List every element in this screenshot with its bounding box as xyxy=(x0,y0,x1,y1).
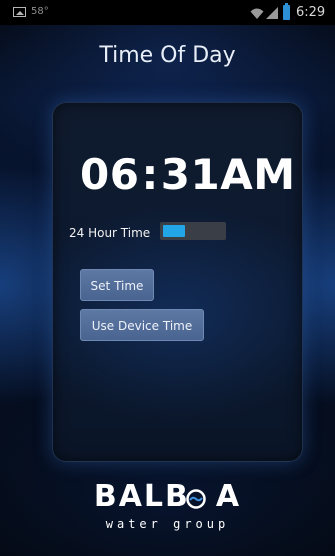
app-screen: 58° 6:29 Time Of Day 06:31AM 24 Hour Tim… xyxy=(0,0,335,556)
status-clock: 6:29 xyxy=(296,5,326,20)
logo-word-start: BALB xyxy=(93,479,190,514)
status-bar: 58° 6:29 xyxy=(0,0,335,25)
gallery-icon xyxy=(13,7,26,17)
wave-icon xyxy=(186,489,206,509)
time-minutes: 31 xyxy=(160,150,221,199)
page-title: Time Of Day xyxy=(99,43,236,68)
toggle-knob xyxy=(163,225,185,237)
logo-word-end: A xyxy=(215,479,242,514)
time-meridiem: AM xyxy=(220,150,296,199)
time-display: 06:31AM xyxy=(80,148,295,202)
balboa-logo: BALB A water group xyxy=(0,480,335,532)
wifi-icon xyxy=(250,8,264,19)
hour-format-toggle[interactable] xyxy=(160,222,226,240)
logo-tagline: water group xyxy=(105,517,230,531)
logo-word: BALB A xyxy=(0,480,335,514)
hour-format-label: 24 Hour Time xyxy=(69,226,151,240)
temperature-indicator: 58° xyxy=(31,6,49,17)
time-separator: : xyxy=(141,150,159,199)
time-hours: 06 xyxy=(80,150,140,199)
battery-icon xyxy=(283,3,290,20)
use-device-time-button[interactable]: Use Device Time xyxy=(80,309,204,341)
set-time-button[interactable]: Set Time xyxy=(80,269,154,301)
signal-icon xyxy=(266,7,278,19)
